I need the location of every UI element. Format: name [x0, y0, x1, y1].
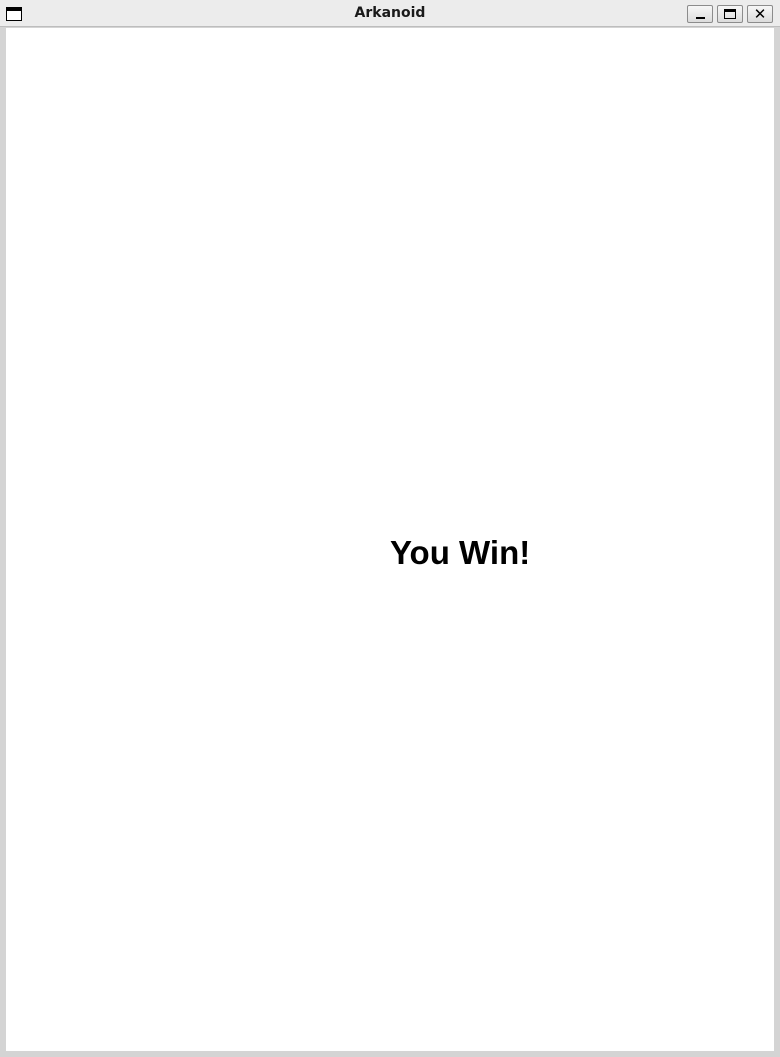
- maximize-icon: [724, 9, 736, 19]
- close-button[interactable]: ✕: [747, 5, 773, 23]
- win-message: You Win!: [390, 534, 531, 571]
- title-bar[interactable]: Arkanoid ✕: [0, 0, 780, 27]
- minimize-icon: [695, 16, 705, 19]
- minimize-button[interactable]: [687, 5, 713, 23]
- close-icon: ✕: [753, 4, 767, 23]
- app-window: Arkanoid ✕ You Win!: [0, 0, 780, 1057]
- game-canvas[interactable]: You Win!: [6, 28, 774, 1051]
- window-icon[interactable]: [6, 7, 22, 21]
- window-title: Arkanoid: [354, 5, 426, 21]
- maximize-button[interactable]: [717, 5, 743, 23]
